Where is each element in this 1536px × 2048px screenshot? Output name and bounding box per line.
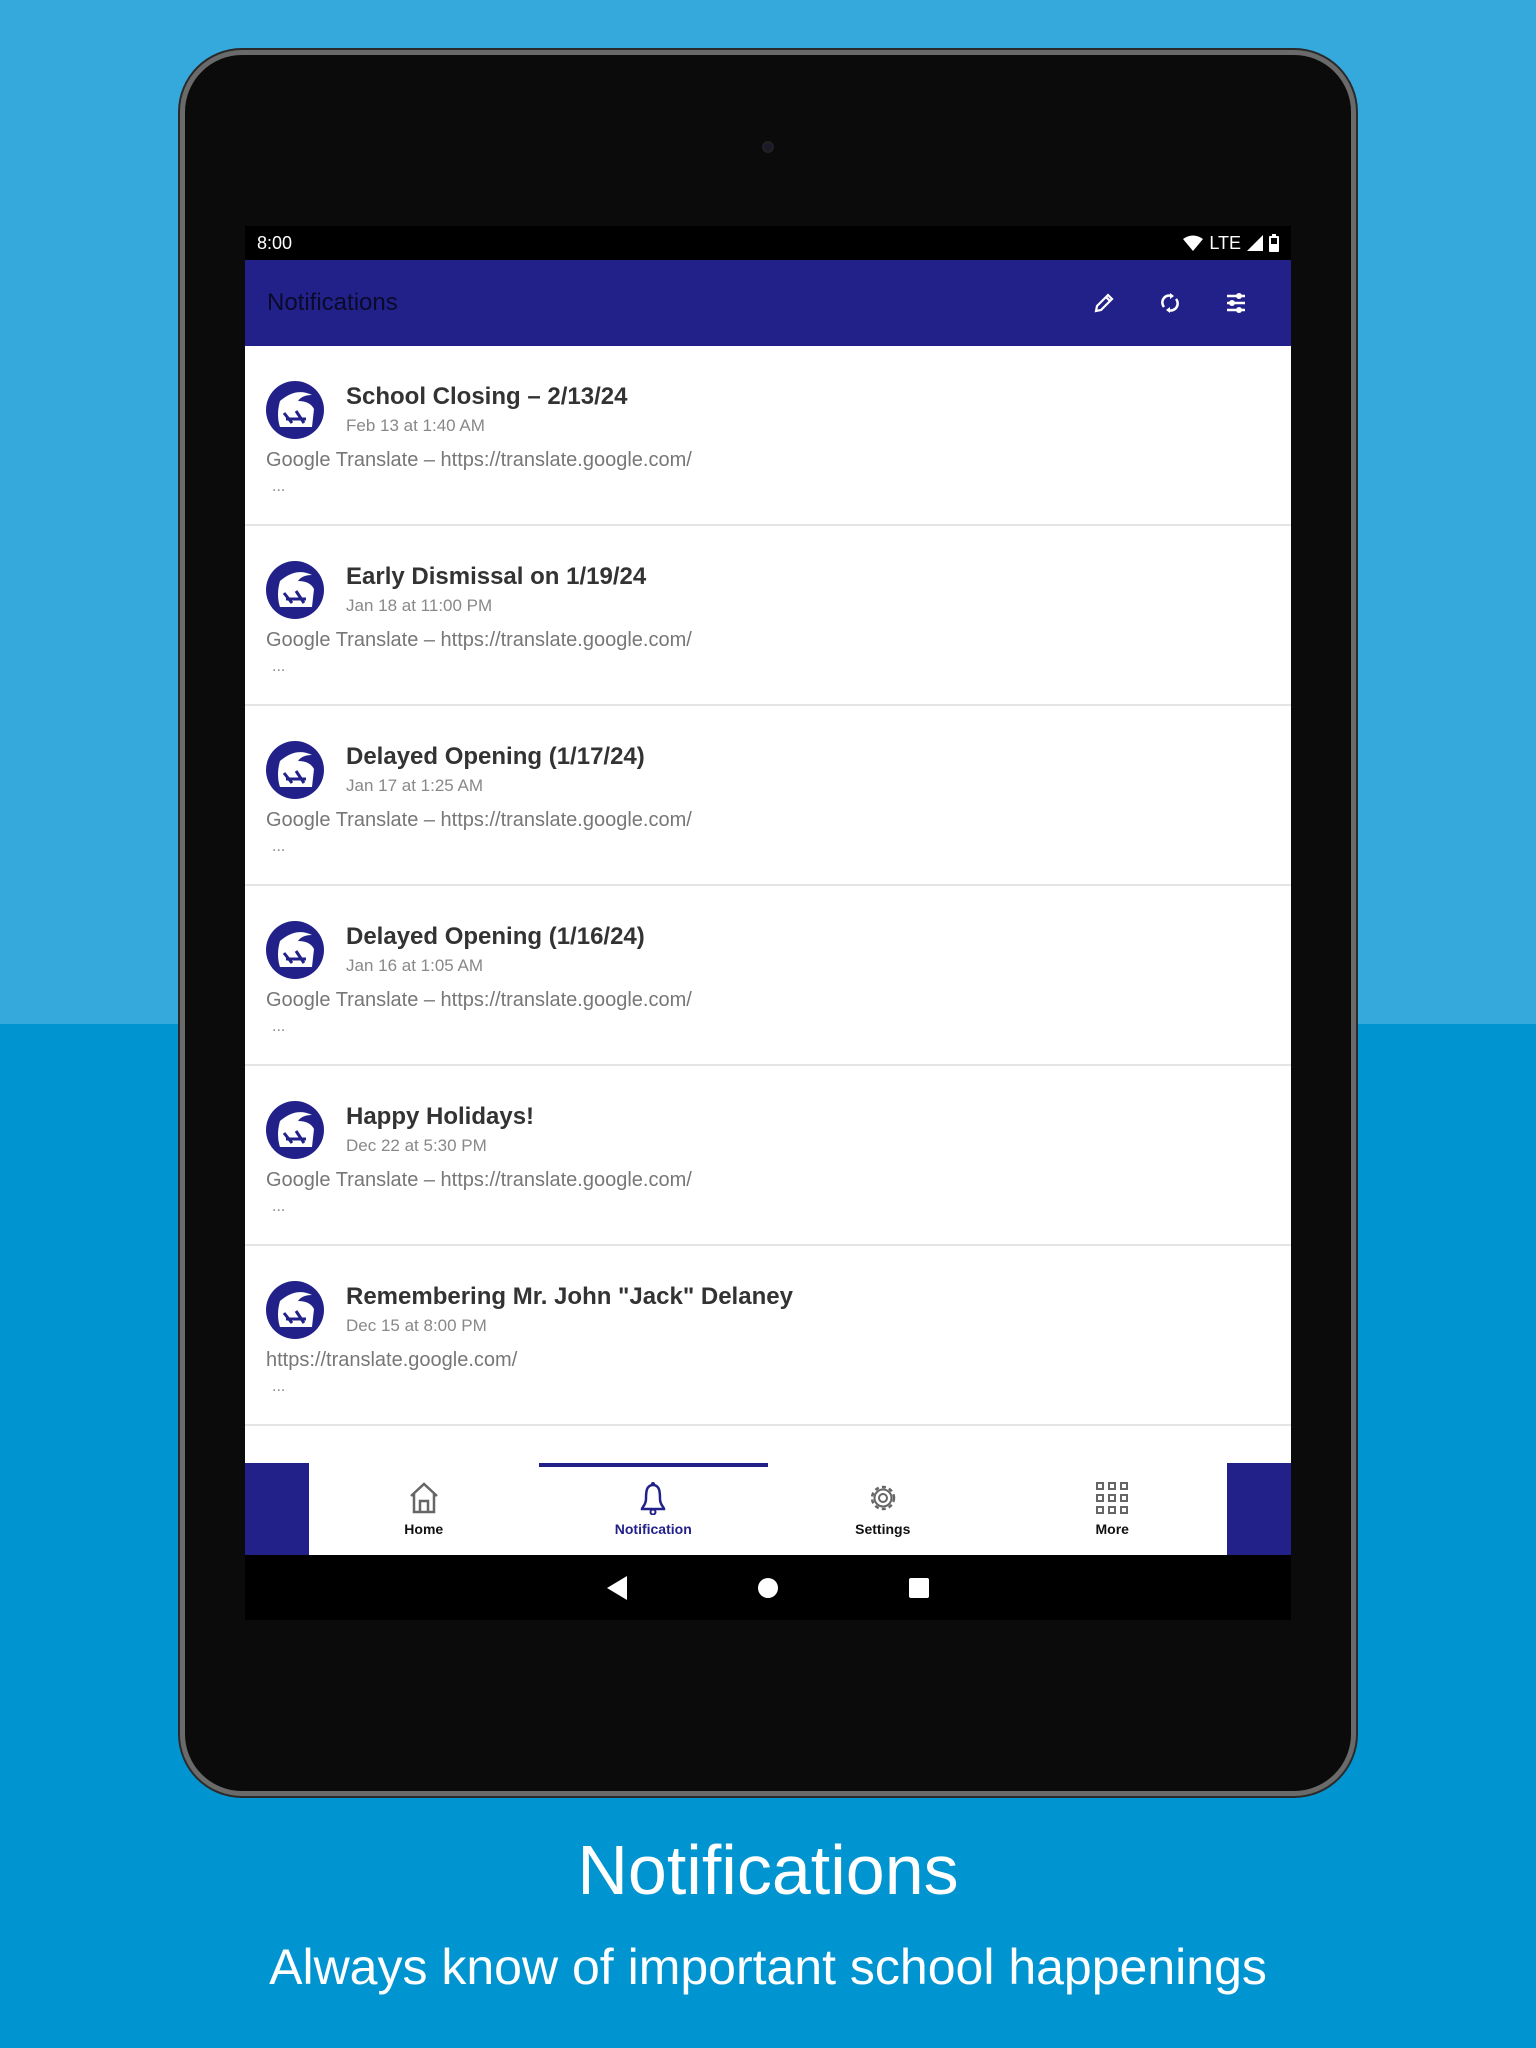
- page-title: Notifications: [267, 289, 398, 316]
- filter-sliders-icon: [1227, 293, 1245, 313]
- notification-date: Dec 22 at 5:30 PM: [346, 1136, 487, 1155]
- notification-item[interactable]: School Closing – 2/13/24 Feb 13 at 1:40 …: [245, 346, 1291, 526]
- home-icon: [409, 1482, 438, 1514]
- notification-body: Google Translate – https://translate.goo…: [266, 449, 692, 471]
- gear-icon: [870, 1485, 895, 1511]
- caption-subtitle: Always know of important school happenin…: [269, 1939, 1267, 1995]
- nav-settings[interactable]: Settings: [768, 1463, 998, 1555]
- school-logo-avatar: [266, 381, 324, 439]
- app-bar: Notifications: [245, 260, 1291, 346]
- notification-title: Delayed Opening (1/17/24): [346, 743, 645, 770]
- notification-item[interactable]: Early Dismissal on 1/19/24 Jan 18 at 11:…: [245, 526, 1291, 706]
- notification-more: ...: [272, 1018, 286, 1035]
- nav-more[interactable]: More: [998, 1463, 1228, 1555]
- system-navigation-bar: [245, 1555, 1291, 1620]
- nav-notification[interactable]: Notification: [538, 1463, 769, 1555]
- caption-title: Notifications: [577, 1831, 959, 1909]
- recents-icon[interactable]: [909, 1577, 929, 1598]
- notification-list: School Closing – 2/13/24 Feb 13 at 1:40 …: [245, 346, 1291, 1463]
- school-logo-avatar: [266, 741, 324, 799]
- nav-settings-label: Settings: [855, 1521, 911, 1537]
- notification-more: ...: [272, 838, 286, 855]
- notification-date: Feb 13 at 1:40 AM: [346, 416, 485, 435]
- status-bar: 8:00 LTE: [245, 226, 1291, 260]
- network-type: LTE: [1209, 232, 1241, 253]
- notification-date: Jan 16 at 1:05 AM: [346, 956, 484, 975]
- back-icon[interactable]: [607, 1575, 627, 1600]
- notification-title: School Closing – 2/13/24: [346, 383, 628, 410]
- nav-home[interactable]: Home: [309, 1463, 539, 1555]
- notification-item[interactable]: Delayed Opening (1/16/24) Jan 16 at 1:05…: [245, 886, 1291, 1066]
- pencil-icon: [1094, 293, 1114, 313]
- refresh-button[interactable]: [1137, 273, 1203, 333]
- notification-date: Dec 15 at 8:00 PM: [346, 1316, 487, 1335]
- filter-button[interactable]: [1203, 273, 1269, 333]
- notification-date: Jan 17 at 1:25 AM: [346, 776, 484, 795]
- school-logo-avatar: [266, 921, 324, 979]
- school-logo-avatar: [266, 1281, 324, 1339]
- signal-icon: [1247, 235, 1263, 251]
- battery-icon: [1269, 234, 1279, 252]
- notification-body: Google Translate – https://translate.goo…: [266, 989, 692, 1011]
- nav-notification-label: Notification: [614, 1521, 692, 1537]
- notification-more: ...: [272, 1198, 286, 1215]
- notification-item[interactable]: Remembering Mr. John "Jack" Delaney Dec …: [245, 1246, 1291, 1426]
- notification-item[interactable]: Delayed Opening (1/17/24) Jan 17 at 1:25…: [245, 706, 1291, 886]
- nav-home-label: Home: [404, 1521, 444, 1537]
- bell-icon: [640, 1482, 666, 1515]
- compose-button[interactable]: [1071, 273, 1137, 333]
- school-logo-avatar: [266, 561, 324, 619]
- home-circle-icon[interactable]: [757, 1577, 779, 1599]
- notification-title: Remembering Mr. John "Jack" Delaney: [346, 1283, 793, 1310]
- nav-more-label: More: [1095, 1521, 1129, 1537]
- refresh-icon: [1161, 293, 1179, 313]
- notification-body: Google Translate – https://translate.goo…: [266, 809, 692, 831]
- notification-more: ...: [272, 478, 286, 495]
- notification-more: ...: [272, 1378, 286, 1395]
- notification-body: Google Translate – https://translate.goo…: [266, 1169, 692, 1191]
- notification-title: Happy Holidays!: [346, 1103, 535, 1130]
- grid-icon: [1096, 1482, 1129, 1514]
- notification-more: ...: [272, 658, 286, 675]
- notification-title: Delayed Opening (1/16/24): [346, 923, 645, 950]
- notification-item[interactable]: Happy Holidays! Dec 22 at 5:30 PM Google…: [245, 1066, 1291, 1246]
- notification-body: Google Translate – https://translate.goo…: [266, 629, 692, 651]
- bottom-navigation: Home Notification Settings More: [245, 1463, 1291, 1555]
- school-logo-avatar: [266, 1101, 324, 1159]
- app-screen: 8:00 LTE Notifications School Closing – …: [245, 226, 1291, 1620]
- notification-title: Early Dismissal on 1/19/24: [346, 563, 647, 590]
- status-time: 8:00: [257, 232, 293, 253]
- notification-date: Jan 18 at 11:00 PM: [346, 596, 493, 615]
- notification-body: https://translate.google.com/: [266, 1349, 518, 1371]
- camera: [762, 141, 774, 153]
- wifi-icon: [1183, 235, 1204, 251]
